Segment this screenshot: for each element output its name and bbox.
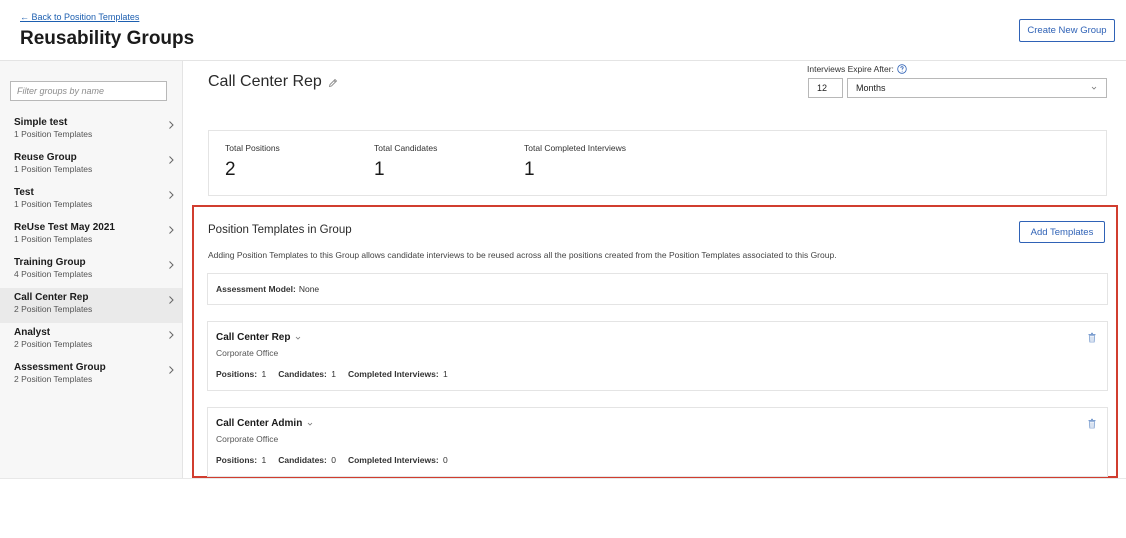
- assessment-model-label: Assessment Model:: [216, 284, 296, 294]
- group-count: 1 Position Templates: [14, 164, 93, 174]
- assessment-model-value: None: [298, 284, 320, 294]
- chevron-right-icon: [169, 191, 174, 199]
- template-name: Call Center Admin: [216, 418, 303, 429]
- group-list: Simple test 1 Position Templates Reuse G…: [0, 113, 182, 393]
- template-completed-interviews: Completed Interviews: 1: [347, 369, 448, 379]
- template-name: Call Center Rep: [216, 332, 291, 343]
- group-name: Simple test: [14, 117, 68, 128]
- group-item-reuse-test-may-2021[interactable]: ReUse Test May 2021 1 Position Templates: [0, 218, 182, 253]
- group-name: Call Center Rep: [14, 292, 89, 303]
- group-count: 2 Position Templates: [14, 304, 93, 314]
- group-name: Reuse Group: [14, 152, 77, 163]
- pencil-icon[interactable]: [328, 78, 338, 88]
- group-name: Training Group: [14, 257, 86, 268]
- chevron-right-icon: [169, 156, 174, 164]
- add-templates-button[interactable]: Add Templates: [1019, 221, 1105, 243]
- group-item-reuse-group[interactable]: Reuse Group 1 Position Templates: [0, 148, 182, 183]
- stat-label: Total Candidates: [374, 143, 438, 153]
- chevron-right-icon: [169, 296, 174, 304]
- expire-unit-select[interactable]: Months: [847, 78, 1107, 98]
- assessment-model-card: Assessment Model: None: [207, 273, 1108, 305]
- trash-icon[interactable]: [1087, 332, 1097, 343]
- template-stats: Positions: 1 Candidates: 1 Completed Int…: [216, 369, 448, 379]
- template-completed-interviews: Completed Interviews: 0: [347, 455, 448, 465]
- template-candidates: Candidates: 0: [278, 455, 336, 465]
- stat-label: Total Positions: [225, 143, 280, 153]
- group-item-analyst[interactable]: Analyst 2 Position Templates: [0, 323, 182, 358]
- trash-icon[interactable]: [1087, 418, 1097, 429]
- template-positions: Positions: 1: [216, 455, 267, 465]
- stat-total-candidates: Total Candidates 1: [374, 143, 437, 181]
- group-item-assessment-group[interactable]: Assessment Group 2 Position Templates: [0, 358, 182, 393]
- template-stats: Positions: 1 Candidates: 0 Completed Int…: [216, 455, 448, 465]
- expire-number-input[interactable]: [808, 78, 843, 98]
- stat-total-positions: Total Positions 2: [225, 143, 280, 181]
- template-positions: Positions: 1: [216, 369, 267, 379]
- group-title: Call Center Rep: [208, 73, 322, 90]
- group-name: Test: [14, 187, 34, 198]
- section-title: Position Templates in Group: [208, 224, 352, 236]
- stat-label: Total Completed Interviews: [524, 143, 627, 153]
- help-icon[interactable]: [897, 64, 907, 74]
- template-name-toggle[interactable]: Call Center Admin: [216, 418, 314, 429]
- chevron-right-icon: [169, 366, 174, 374]
- chevron-right-icon: [169, 226, 174, 234]
- template-location: Corporate Office: [216, 434, 279, 444]
- stat-value: 1: [524, 159, 535, 180]
- chevron-right-icon: [169, 261, 174, 269]
- group-name: ReUse Test May 2021: [14, 222, 115, 233]
- template-card: Call Center Admin Corporate Office Posit…: [207, 407, 1108, 477]
- stats-card: Total Positions 2 Total Candidates 1 Tot…: [208, 130, 1107, 196]
- group-title-row: Call Center Rep: [208, 73, 338, 91]
- expire-unit-value: Months: [856, 83, 886, 93]
- stat-value: 1: [374, 159, 385, 180]
- section-description: Adding Position Templates to this Group …: [208, 250, 837, 260]
- groups-sidebar: Simple test 1 Position Templates Reuse G…: [0, 61, 182, 478]
- expire-label: Interviews Expire After:: [807, 64, 894, 74]
- template-card: Call Center Rep Corporate Office Positio…: [207, 321, 1108, 391]
- stat-total-completed-interviews: Total Completed Interviews 1: [524, 143, 626, 181]
- group-count: 1 Position Templates: [14, 129, 93, 139]
- group-item-training-group[interactable]: Training Group 4 Position Templates: [0, 253, 182, 288]
- group-name: Analyst: [14, 327, 51, 338]
- chevron-down-icon: [296, 336, 301, 340]
- footer-divider: [0, 478, 1126, 479]
- create-new-group-button[interactable]: Create New Group: [1019, 19, 1115, 42]
- chevron-right-icon: [169, 121, 174, 129]
- group-name: Assessment Group: [14, 362, 106, 373]
- chevron-down-icon: [1091, 86, 1097, 90]
- back-to-position-templates-link[interactable]: ← Back to Position Templates: [20, 12, 139, 22]
- expire-label-row: Interviews Expire After:: [807, 64, 907, 74]
- template-candidates: Candidates: 1: [278, 369, 336, 379]
- group-count: 2 Position Templates: [14, 374, 93, 384]
- template-name-toggle[interactable]: Call Center Rep: [216, 332, 302, 343]
- filter-groups-input[interactable]: [10, 81, 167, 101]
- group-item-call-center-rep[interactable]: Call Center Rep 2 Position Templates: [0, 288, 182, 323]
- stat-value: 2: [225, 159, 236, 180]
- chevron-right-icon: [169, 331, 174, 339]
- group-count: 4 Position Templates: [14, 269, 93, 279]
- group-count: 1 Position Templates: [14, 234, 93, 244]
- group-count: 1 Position Templates: [14, 199, 93, 209]
- sidebar-divider: [182, 61, 183, 479]
- template-location: Corporate Office: [216, 348, 279, 358]
- group-item-test[interactable]: Test 1 Position Templates: [0, 183, 182, 218]
- chevron-down-icon: [308, 422, 313, 426]
- page-title: Reusability Groups: [20, 28, 195, 49]
- group-item-simple-test[interactable]: Simple test 1 Position Templates: [0, 113, 182, 148]
- group-count: 2 Position Templates: [14, 339, 93, 349]
- position-templates-section: Position Templates in Group Add Template…: [192, 205, 1118, 478]
